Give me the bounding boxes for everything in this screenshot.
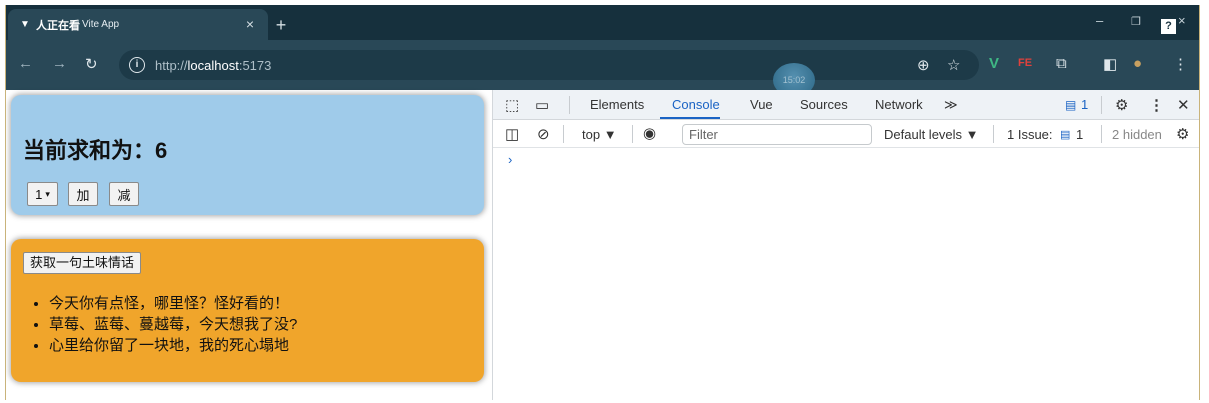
- context-select[interactable]: top ▼: [582, 127, 617, 142]
- list-item: 草莓、蓝莓、蔓越莓，今天想我了没?: [49, 314, 297, 335]
- divider: [569, 96, 570, 114]
- devtools-tabbar: ⬚ ▭ Elements Console Vue Sources Network…: [493, 90, 1199, 120]
- tab-vite-app[interactable]: ▼ 人正在看 Vite App ×: [8, 9, 268, 40]
- list-item: 今天你有点怪，哪里怪？怪好看的！: [49, 293, 297, 314]
- list-item: 心里给你留了一块地，我的死心塌地: [49, 335, 297, 356]
- tab-console[interactable]: Console: [672, 97, 720, 112]
- tab-elements[interactable]: Elements: [590, 97, 644, 112]
- devtools-panel: ⬚ ▭ Elements Console Vue Sources Network…: [492, 90, 1199, 400]
- back-icon[interactable]: ←: [18, 55, 33, 72]
- console-toolbar: ◫ ⊘ top ▼ ◉ Filter Default levels ▼ 1 Is…: [493, 120, 1199, 148]
- favicon-icon: ▼: [20, 19, 30, 30]
- profile-avatar[interactable]: ●: [1133, 55, 1142, 72]
- forward-icon[interactable]: →: [52, 55, 67, 72]
- browser-toolbar: ← → ↻ i http://localhost:5173 ⊕ ☆ V FE ⧉…: [6, 40, 1199, 90]
- issues-label[interactable]: 1 Issue:: [1007, 127, 1053, 142]
- device-toolbar-icon[interactable]: ▭: [535, 96, 549, 114]
- close-devtools-icon[interactable]: ✕: [1177, 96, 1190, 114]
- tab-title-prefix: 人正在看: [36, 19, 80, 32]
- tab-strip: ▼ 人正在看 Vite App × + – ❐ ? ×: [6, 5, 1199, 40]
- quote-list: 今天你有点怪，哪里怪？怪好看的！ 草莓、蓝莓、蔓越莓，今天想我了没? 心里给你留…: [49, 293, 297, 356]
- console-prompt[interactable]: ›: [508, 152, 512, 167]
- add-button[interactable]: 加: [68, 182, 98, 206]
- devtools-menu-icon[interactable]: ⋮: [1149, 96, 1164, 114]
- extensions-puzzle-icon[interactable]: ⧉: [1056, 55, 1067, 72]
- tab-vue[interactable]: Vue: [750, 97, 773, 112]
- console-settings-icon[interactable]: ⚙: [1176, 125, 1189, 143]
- hidden-count: 2 hidden: [1112, 127, 1162, 142]
- browser-window: ▼ 人正在看 Vite App × + – ❐ ? × ← → ↻ i http…: [5, 5, 1200, 400]
- fe-extension-icon[interactable]: FE: [1018, 57, 1032, 69]
- minimize-icon[interactable]: –: [1096, 13, 1103, 28]
- tab-sources[interactable]: Sources: [800, 97, 848, 112]
- new-tab-button[interactable]: +: [270, 14, 292, 36]
- step-select-value: 1: [35, 186, 43, 202]
- issue-message-icon: ▤: [1060, 129, 1071, 141]
- sum-heading: 当前求和为：6: [23, 138, 168, 163]
- step-select[interactable]: 1 ▾: [27, 182, 58, 206]
- help-icon[interactable]: ?: [1161, 19, 1176, 34]
- settings-gear-icon[interactable]: ⚙: [1115, 96, 1128, 114]
- divider: [993, 125, 994, 143]
- context-value: top: [582, 127, 601, 142]
- quotes-card: 获取一句土味情话 今天你有点怪，哪里怪？怪好看的！ 草莓、蓝莓、蔓越莓，今天想我…: [11, 239, 484, 382]
- bookmark-star-icon[interactable]: ☆: [947, 56, 960, 74]
- sidebar-toggle-icon[interactable]: ◫: [505, 125, 519, 143]
- divider: [1101, 96, 1102, 114]
- tab-title: Vite App: [82, 19, 120, 30]
- clear-console-icon[interactable]: ⊘: [537, 125, 550, 143]
- menu-kebab-icon[interactable]: ⋮: [1173, 55, 1188, 73]
- tab-network[interactable]: Network: [875, 97, 923, 112]
- message-count: 1: [1081, 97, 1089, 112]
- chevron-down-icon: ▾: [45, 188, 50, 199]
- close-window-icon[interactable]: ×: [1178, 13, 1186, 28]
- console-filter-input[interactable]: Filter: [682, 124, 872, 145]
- active-tab-indicator: [660, 117, 720, 119]
- vue-devtools-extension-icon[interactable]: V: [989, 55, 999, 72]
- issues-count: 1: [1076, 127, 1084, 142]
- side-panel-icon[interactable]: ◧: [1103, 55, 1117, 73]
- url-text: http://localhost:5173: [155, 58, 272, 73]
- address-bar[interactable]: i http://localhost:5173 ⊕ ☆: [119, 50, 979, 80]
- subtract-button[interactable]: 减: [109, 182, 139, 206]
- sum-card: 当前求和为：6 1 ▾ 加 减: [11, 95, 484, 215]
- divider: [632, 125, 633, 143]
- tab-close-icon[interactable]: ×: [246, 16, 254, 32]
- divider: [1101, 125, 1102, 143]
- divider: [563, 125, 564, 143]
- message-icon[interactable]: ▤: [1065, 98, 1076, 112]
- inspect-element-icon[interactable]: ⬚: [505, 96, 519, 114]
- zoom-icon[interactable]: ⊕: [917, 56, 930, 74]
- fetch-quote-button[interactable]: 获取一句土味情话: [23, 252, 142, 274]
- reload-icon[interactable]: ↻: [85, 55, 98, 73]
- site-info-icon[interactable]: i: [129, 57, 145, 73]
- log-levels-select[interactable]: Default levels ▼: [884, 127, 979, 142]
- restore-icon[interactable]: ❐: [1131, 15, 1141, 28]
- live-expression-eye-icon[interactable]: ◉: [643, 124, 656, 142]
- more-tabs-icon[interactable]: ≫: [944, 97, 958, 113]
- page-viewport: 当前求和为：6 1 ▾ 加 减 获取一句土味情话 今天你有点怪，哪里怪？怪好看的…: [6, 90, 492, 400]
